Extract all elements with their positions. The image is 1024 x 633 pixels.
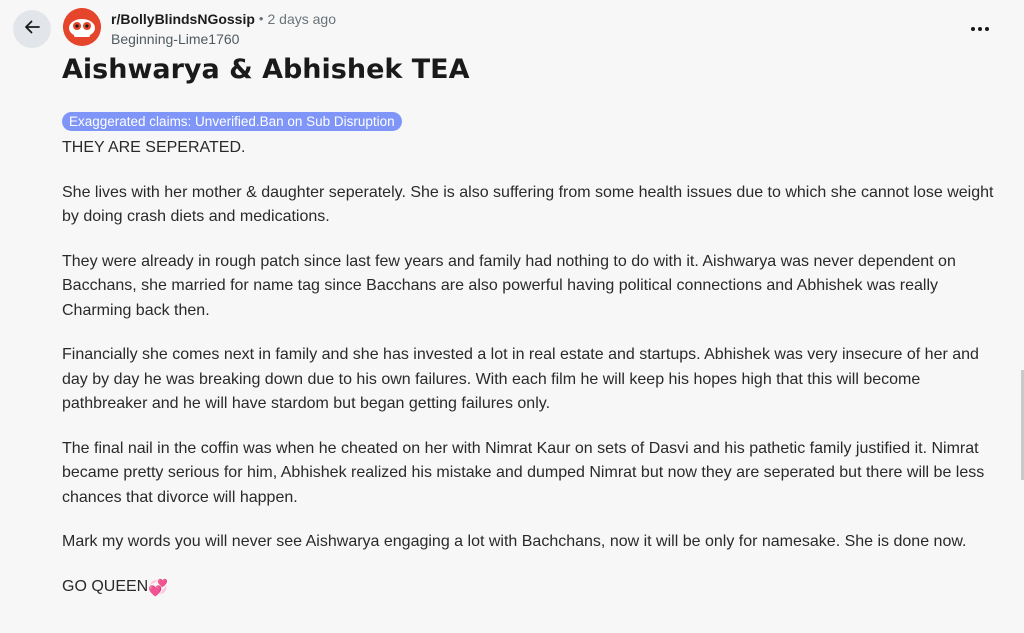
closing-text: GO QUEEN — [62, 577, 149, 595]
paragraph: She lives with her mother & daughter sep… — [62, 183, 994, 226]
post-body: THEY ARE SEPERATED. She lives with her m… — [62, 136, 1002, 621]
post-page: r/BollyBlindsNGossip • 2 days ago Beginn… — [0, 0, 1024, 633]
subreddit-link[interactable]: r/BollyBlindsNGossip — [111, 10, 255, 28]
post-flair[interactable]: Exaggerated claims: Unverified.Ban on Su… — [62, 112, 402, 131]
subreddit-row: r/BollyBlindsNGossip • 2 days ago — [111, 10, 336, 28]
paragraph: THEY ARE SEPERATED. — [62, 139, 246, 156]
hearts-emoji-icon: 💞 — [148, 579, 169, 597]
ellipsis-horizontal-icon — [970, 19, 990, 37]
meta-separator: • — [258, 11, 264, 26]
post-title: Aishwarya & Abhishek TEA — [62, 54, 470, 85]
back-button[interactable] — [13, 10, 51, 48]
closing-line: GO QUEEN💞 — [62, 575, 1002, 602]
subreddit-avatar[interactable] — [63, 8, 101, 46]
paragraph: Financially she comes next in family and… — [62, 346, 979, 412]
author-link[interactable]: Beginning-Lime1760 — [111, 30, 336, 48]
paragraph: The final nail in the coffin was when he… — [62, 439, 985, 506]
paragraph: Mark my words you will never see Aishwar… — [62, 533, 967, 550]
post-time: 2 days ago — [267, 11, 336, 27]
paragraph: They were already in rough patch since l… — [62, 252, 956, 319]
more-options-button[interactable] — [964, 14, 996, 42]
arrow-left-icon — [22, 17, 42, 42]
post-meta: r/BollyBlindsNGossip • 2 days ago Beginn… — [111, 10, 336, 48]
